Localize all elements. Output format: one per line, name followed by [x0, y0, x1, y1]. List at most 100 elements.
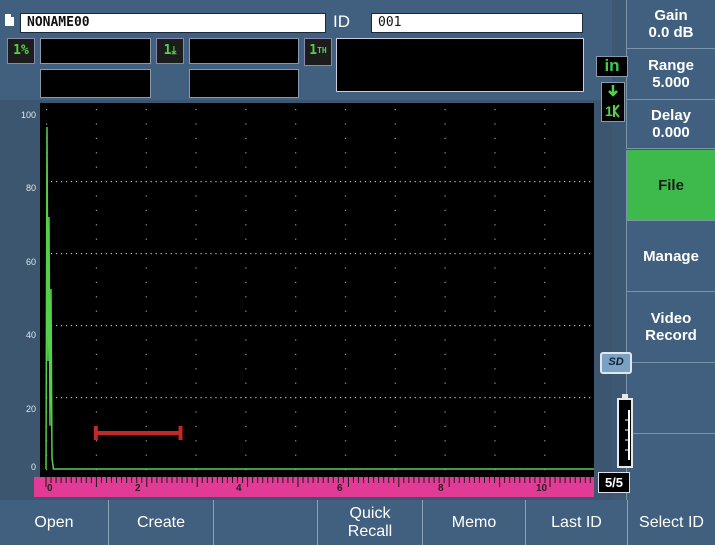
grid-dot	[429, 253, 431, 255]
grid-dot	[46, 109, 48, 111]
a-scan-display[interactable]	[40, 103, 596, 477]
grid-dot	[265, 253, 267, 255]
grid-dot	[494, 281, 496, 283]
grid-dot	[280, 253, 282, 255]
grid-dot	[349, 325, 352, 327]
grid-dot	[444, 296, 446, 298]
grid-dot	[394, 353, 396, 355]
grid-dot	[534, 181, 536, 183]
grid-dot	[444, 181, 446, 183]
id-field[interactable]: 001	[371, 13, 583, 33]
grid-dot	[494, 425, 496, 427]
grid-dot	[320, 253, 322, 255]
create-button[interactable]: Create	[109, 500, 213, 545]
grid-dot	[544, 310, 546, 312]
grid-dot	[384, 253, 386, 255]
grid-dot	[554, 325, 556, 327]
grid-dot	[245, 353, 247, 355]
last-id-button[interactable]: Last ID	[526, 500, 627, 545]
grid-dot	[315, 325, 317, 327]
grid-dot	[240, 397, 242, 399]
grid-dot	[444, 339, 446, 341]
grid-dot	[394, 397, 396, 399]
grid-dot	[444, 454, 446, 456]
grid-dot	[494, 195, 496, 197]
grid-dot	[429, 325, 431, 327]
grid-dot	[494, 209, 496, 211]
grid-dot	[105, 181, 107, 183]
manage-button[interactable]: Manage	[626, 221, 715, 291]
depth-ruler: 0 2 4 6 8 10	[34, 477, 594, 497]
grid-dot	[105, 325, 107, 327]
grid-dot	[479, 253, 481, 255]
quick-recall-button[interactable]: Quick Recall	[318, 500, 422, 545]
grid-dot	[394, 109, 396, 111]
grid-dot	[190, 325, 192, 327]
grid-dot	[409, 253, 411, 255]
grid-dot	[569, 181, 571, 183]
grid-dot	[245, 454, 247, 456]
grid-dot	[115, 181, 117, 183]
grid-dot	[145, 425, 147, 427]
grid-dot	[344, 339, 347, 341]
grid-dot	[374, 325, 376, 327]
grid-dot	[519, 253, 521, 255]
grid-dot	[534, 325, 536, 327]
grid-dot	[494, 339, 496, 341]
grid-dot	[584, 397, 586, 399]
grid-dot	[125, 181, 127, 183]
grid-dot	[275, 397, 277, 399]
grid-dot	[85, 253, 88, 255]
grid-dot	[479, 181, 481, 183]
video-record-button[interactable]: Video Record	[626, 292, 715, 362]
grid-dot	[105, 253, 107, 255]
grid-dot	[444, 310, 446, 312]
grid-dot	[70, 325, 73, 327]
grid-dot	[434, 181, 436, 183]
grid-dot	[50, 181, 53, 183]
grid-dot	[374, 253, 376, 255]
grid-dot	[110, 253, 112, 255]
grid-dot	[544, 152, 546, 154]
grid-dot	[180, 181, 182, 183]
grid-dot	[544, 368, 546, 370]
grid-dot	[95, 267, 98, 269]
filename-field[interactable]: NONAME00	[20, 13, 326, 33]
grid-dot	[205, 325, 207, 327]
empty-bottom-button[interactable]	[214, 500, 317, 545]
empty-menu-slot-1[interactable]	[626, 363, 715, 433]
grid-dot	[145, 353, 147, 355]
delay-button[interactable]: Delay 0.000	[626, 100, 715, 148]
open-button[interactable]: Open	[0, 500, 108, 545]
grid-dot	[529, 181, 531, 183]
grid-dot	[140, 181, 142, 183]
grid-dot	[329, 253, 332, 255]
grid-dot	[379, 397, 381, 399]
grid-dot	[444, 123, 446, 125]
grid-dot	[439, 181, 441, 183]
grid-dot	[95, 166, 98, 168]
grid-dot	[320, 181, 322, 183]
grid-dot	[374, 397, 376, 399]
select-id-button[interactable]: Select ID	[628, 500, 715, 545]
grid-dot	[195, 238, 197, 240]
grid-dot	[519, 325, 521, 327]
grid-dot	[46, 123, 48, 125]
range-button[interactable]: Range 5.000	[626, 49, 715, 99]
grid-dot	[135, 325, 137, 327]
grid-dot	[170, 181, 172, 183]
memo-button[interactable]: Memo	[423, 500, 525, 545]
gain-button[interactable]: Gain 0.0 dB	[626, 0, 715, 48]
grid-dot	[544, 281, 546, 283]
file-button[interactable]: File	[626, 150, 715, 220]
grid-dot	[394, 339, 396, 341]
empty-menu-slot-2[interactable]	[626, 434, 715, 500]
grid-dot	[260, 325, 262, 327]
grid-dot	[220, 325, 222, 327]
grid-dot	[504, 181, 506, 183]
grid-dot	[529, 397, 531, 399]
grid-dot	[150, 325, 152, 327]
grid-dot	[344, 454, 347, 456]
grid-dot	[85, 181, 88, 183]
grid-dot	[574, 181, 576, 183]
